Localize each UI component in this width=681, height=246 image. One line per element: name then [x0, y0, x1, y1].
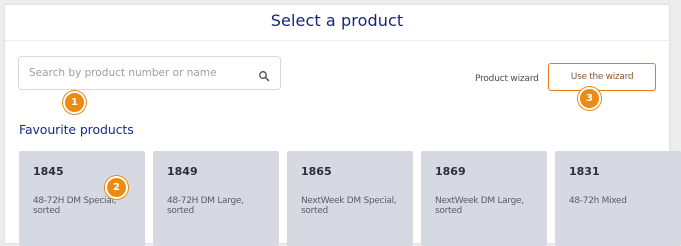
- product-name: 48-72H DM Special, sorted: [33, 196, 117, 216]
- page-title: Select a product: [270, 11, 404, 30]
- title-divider: [5, 40, 669, 41]
- product-number: 1831: [569, 165, 600, 178]
- product-card-1865[interactable]: 1865 NextWeek DM Special, sorted: [287, 151, 413, 246]
- product-card-1849[interactable]: 1849 48-72H DM Large, sorted: [153, 151, 279, 246]
- product-card-1845[interactable]: 1845 48-72H DM Special, sorted: [19, 151, 145, 246]
- product-name: NextWeek DM Large, sorted: [435, 196, 524, 216]
- step-badge-1: 1: [63, 91, 86, 114]
- search-input[interactable]: [29, 67, 258, 79]
- product-card-1869[interactable]: 1869 NextWeek DM Large, sorted: [421, 151, 547, 246]
- product-number: 1869: [435, 165, 466, 178]
- product-wizard-label: Product wizard: [475, 74, 539, 84]
- search-box[interactable]: [18, 56, 281, 90]
- product-name: NextWeek DM Special, sorted: [301, 196, 397, 216]
- product-number: 1849: [167, 165, 198, 178]
- product-name: 48-72H DM Large, sorted: [167, 196, 244, 216]
- step-badge-3: 3: [578, 87, 601, 110]
- search-icon[interactable]: [258, 67, 270, 82]
- product-selection-panel: Select a product Product wizard Use the …: [4, 4, 681, 246]
- favourite-products-heading: Favourite products: [19, 122, 134, 137]
- use-wizard-button[interactable]: Use the wizard: [548, 63, 656, 91]
- step-badge-2: 2: [105, 176, 128, 199]
- product-name: 48-72h Mixed: [569, 196, 627, 206]
- product-number: 1865: [301, 165, 332, 178]
- product-card-1831[interactable]: 1831 48-72h Mixed: [555, 151, 681, 246]
